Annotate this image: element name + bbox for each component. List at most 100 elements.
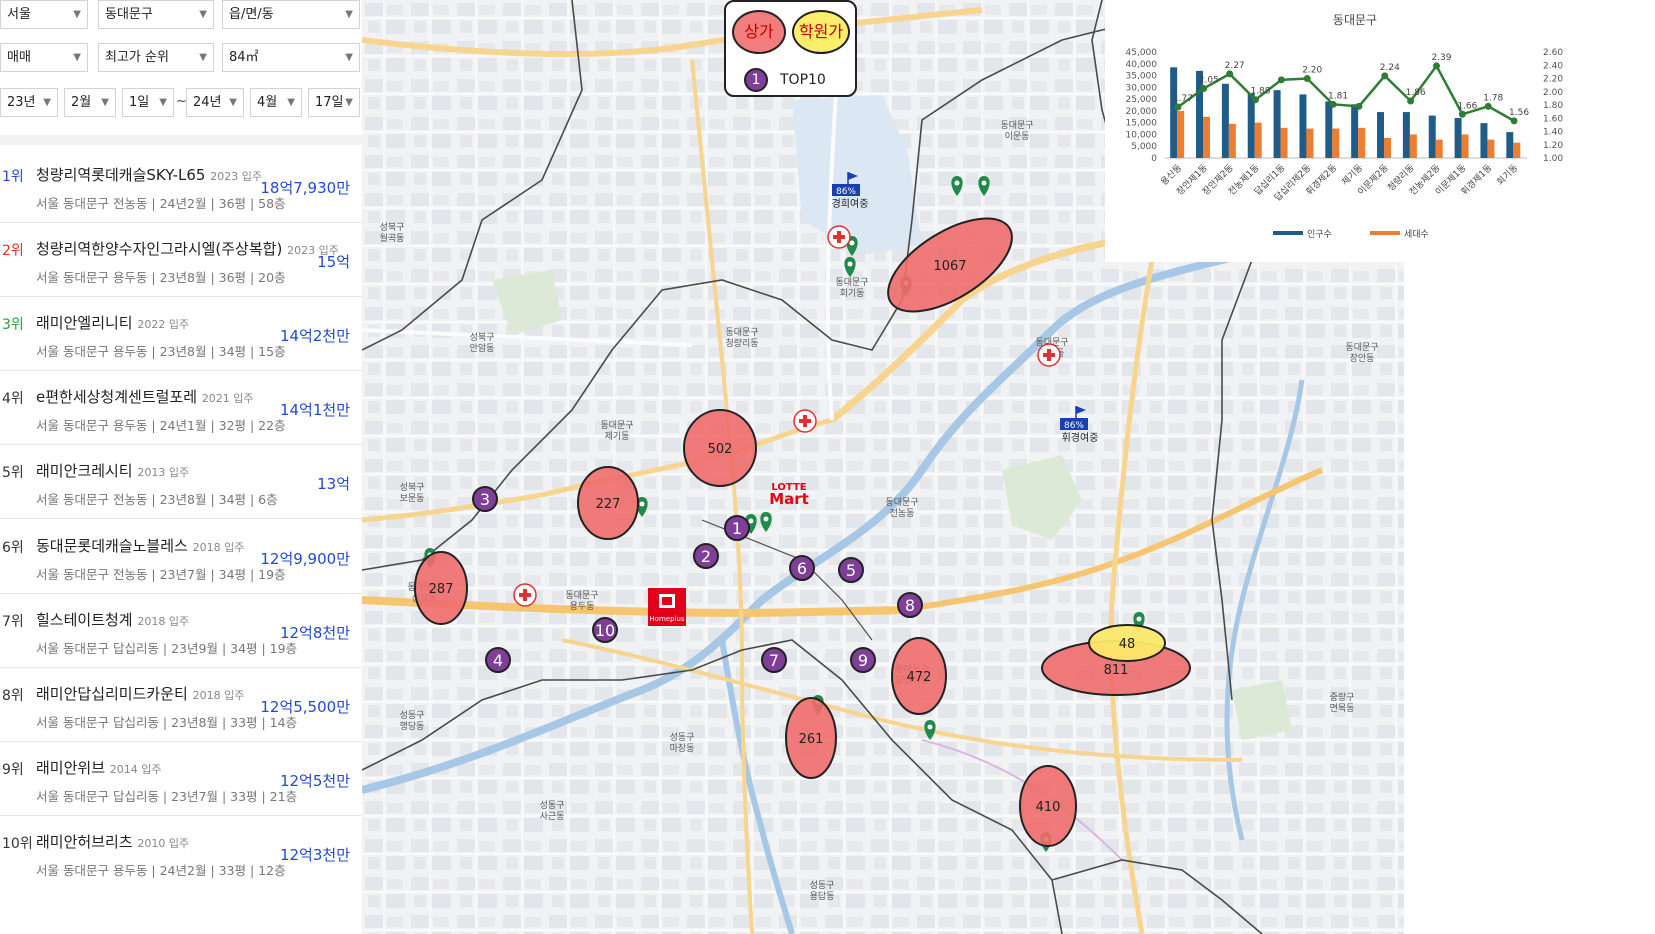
legend-top-label: TOP10	[780, 72, 826, 88]
ranking-row[interactable]: 4위 e편한세상청계센트럴포레 2021 입주 서울 동대문구 용두동 | 24년1…	[0, 370, 362, 448]
dong-select[interactable]: 읍/면/동 ▼	[222, 0, 360, 29]
city-select[interactable]: 서울 ▼	[0, 0, 88, 29]
bar-population	[1402, 112, 1410, 158]
top10-marker-number: 5	[846, 561, 856, 580]
move-in-year: 2014 입주	[109, 762, 162, 776]
rank-number: 6위	[2, 539, 24, 556]
y-tick-label: 35,000	[1126, 72, 1158, 82]
ranking-row[interactable]: 3위 래미안엘리니티 2022 입주 서울 동대문구 용두동 | 23년8월 | 3…	[0, 296, 362, 374]
chevron-down-icon: ▼	[199, 52, 207, 63]
deal-info: 서울 동대문구 전농동 | 23년8월 | 34평 | 6층	[36, 492, 278, 508]
deal-price: 13억	[317, 475, 350, 494]
area-select[interactable]: 84㎡ ▼	[222, 43, 360, 72]
bar-households	[1358, 127, 1366, 158]
shop-area-label: 472	[907, 670, 932, 685]
ranking-row[interactable]: 8위 래미안답십리미드카운티 2018 입주 서울 동대문구 답십리동 | 23년8…	[0, 667, 362, 745]
shop-area-label: 261	[799, 732, 824, 747]
top10-marker[interactable]: 4	[485, 647, 511, 673]
legend-label-population: 인구수	[1307, 229, 1332, 240]
bar-population	[1325, 101, 1333, 158]
from-month-select[interactable]: 2월 ▼	[64, 88, 116, 117]
deal-price: 12억5천만	[279, 771, 350, 790]
to-day-value: 17일	[315, 95, 344, 110]
deal-price: 12억8천만	[279, 623, 350, 642]
bar-households	[1203, 116, 1210, 158]
ranking-row[interactable]: 1위 청량리역롯데캐슬SKY-L65 2023 입주 서울 동대문구 전농동 | 2…	[0, 148, 362, 226]
y2-tick-label: 1.80	[1543, 101, 1563, 111]
apartment-name-text: 힐스테이트청계	[36, 610, 133, 629]
rank-number: 1위	[2, 169, 24, 185]
top10-marker[interactable]: 2	[693, 543, 719, 569]
district-select[interactable]: 동대문구 ▼	[98, 0, 214, 29]
chevron-down-icon: ▼	[345, 97, 353, 108]
chart-title: 동대문구	[1333, 13, 1377, 27]
y2-tick-label: 1.00	[1543, 154, 1563, 164]
ranking-row[interactable]: 5위 래미안크레시티 2013 입주 서울 동대문구 전농동 | 23년8월 | 3…	[0, 444, 362, 522]
ranking-row[interactable]: 2위 청량리역한양수자인그라시엘(주상복합) 2023 입주 서울 동대문구 용두동…	[0, 222, 362, 300]
chevron-down-icon: ▼	[101, 97, 109, 108]
y-tick-label: 5,000	[1131, 142, 1157, 152]
apartment-name: 래미안답십리미드카운티 2018 입주	[36, 683, 244, 704]
to-year-select[interactable]: 24년 ▼	[186, 88, 244, 117]
svg-text:Homeplus: Homeplus	[649, 615, 684, 623]
shop-area[interactable]: 472	[891, 637, 947, 715]
ranking-row[interactable]: 9위 래미안위브 2014 입주 서울 동대문구 답십리동 | 23년7월 | 33…	[0, 741, 362, 819]
top10-marker[interactable]: 3	[472, 486, 498, 512]
district-select-value: 동대문구	[105, 7, 153, 22]
deal-info: 서울 동대문구 전농동 | 23년7월 | 34평 | 19층	[36, 566, 286, 582]
shop-area[interactable]: 261	[785, 697, 837, 779]
top10-marker[interactable]: 9	[850, 647, 876, 673]
deal-info: 서울 동대문구 전농동 | 24년2월 | 36평 | 58층	[36, 196, 286, 211]
top10-marker[interactable]: 6	[789, 555, 815, 581]
from-day-select[interactable]: 1일 ▼	[122, 88, 174, 117]
shop-area[interactable]: 287	[414, 551, 468, 625]
shop-area[interactable]: 227	[577, 466, 639, 540]
top10-marker[interactable]: 10	[592, 617, 618, 643]
y-tick-label: 10,000	[1126, 130, 1158, 140]
to-month-select[interactable]: 4월 ▼	[250, 88, 302, 117]
chevron-down-icon: ▼	[229, 97, 237, 108]
to-day-select[interactable]: 17일 ▼	[308, 88, 360, 117]
to-month-value: 4월	[257, 95, 278, 110]
area-value: 84㎡	[229, 50, 259, 65]
rank-number: 10위	[2, 835, 33, 852]
move-in-year: 2018 입주	[192, 688, 245, 702]
ratio-point	[1200, 84, 1208, 92]
ranking-row[interactable]: 7위 힐스테이트청계 2018 입주 서울 동대문구 답십리동 | 23년9월 | …	[0, 593, 362, 671]
y-tick-label: 30,000	[1126, 83, 1158, 93]
deal-info: 서울 동대문구 답십리동 | 23년8월 | 33평 | 14층	[36, 714, 298, 730]
top10-marker[interactable]: 7	[761, 647, 787, 673]
top10-marker-number: 3	[480, 490, 490, 509]
top10-marker[interactable]: 5	[838, 557, 864, 583]
homeplus-logo: Homeplus	[648, 588, 686, 626]
from-year-select[interactable]: 23년 ▼	[0, 88, 58, 117]
bar-households	[1461, 134, 1469, 158]
apartment-name-text: 청량리역한양수자인그라시엘(주상복합)	[36, 240, 283, 259]
legend-shop: 상가	[732, 10, 786, 54]
ratio-point	[1484, 102, 1492, 110]
move-in-year: 2018 입주	[192, 540, 245, 554]
ranking-row[interactable]: 10위 래미안허브리츠 2010 입주 서울 동대문구 용두동 | 24년2월 | …	[0, 815, 362, 893]
top10-marker[interactable]: 8	[897, 592, 923, 618]
shop-area-label: 227	[596, 497, 621, 512]
bar-population	[1454, 117, 1462, 158]
academy-area[interactable]: 48	[1088, 624, 1166, 662]
school-name: 휘경여중	[1062, 431, 1099, 444]
deal-info: 서울 동대문구 답십리동 | 23년9월 | 34평 | 19층	[36, 640, 298, 656]
apartment-name: 래미안위브 2014 입주	[36, 757, 162, 778]
bar-population	[1377, 112, 1385, 158]
apartment-name: 힐스테이트청계 2018 입주	[36, 609, 189, 630]
x-tick-label: 회기동	[1495, 162, 1520, 187]
ratio-data-label: 2.05	[1199, 75, 1219, 85]
ratio-point	[1433, 62, 1440, 70]
y-tick-label: 45,000	[1126, 48, 1158, 58]
top10-marker[interactable]: 1	[724, 515, 750, 541]
ratio-point	[1303, 75, 1311, 82]
ratio-point	[1329, 100, 1337, 108]
shop-area-label: 811	[1104, 663, 1129, 678]
shop-area[interactable]: 410	[1019, 765, 1077, 847]
ranking-row[interactable]: 6위 동대문롯데캐슬노블레스 2018 입주 서울 동대문구 전농동 | 23년7월…	[0, 519, 362, 597]
trade-type-select[interactable]: 매매 ▼	[0, 43, 88, 72]
shop-area[interactable]: 502	[683, 409, 757, 487]
sort-select[interactable]: 최고가 순위 ▼	[98, 43, 214, 72]
